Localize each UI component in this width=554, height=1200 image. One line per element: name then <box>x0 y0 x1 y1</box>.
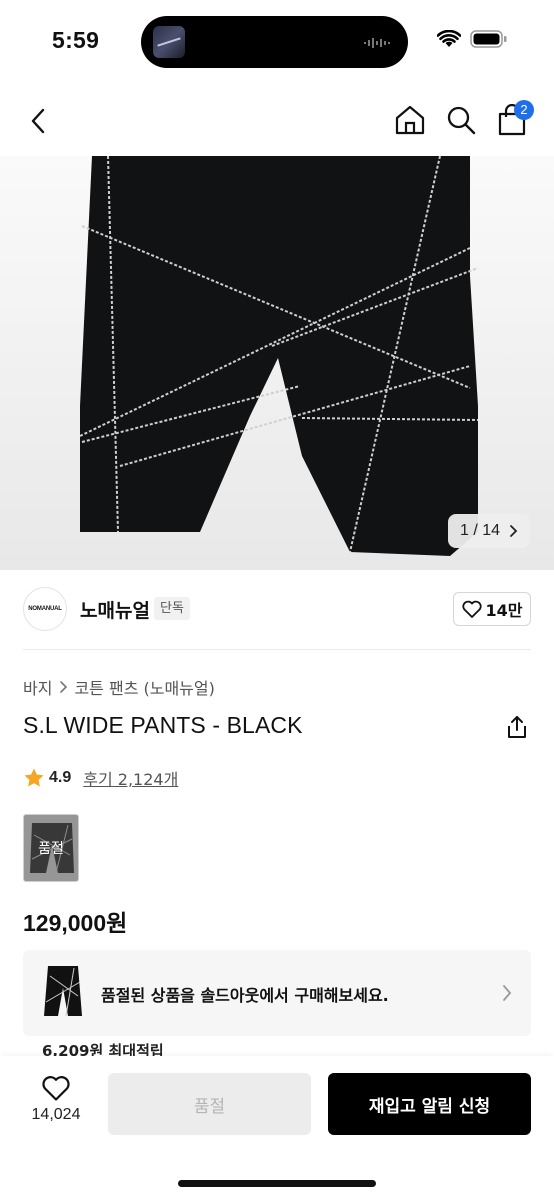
brand-logo[interactable]: NOMANUAL <box>23 587 67 631</box>
product-title: S.L WIDE PANTS - BLACK <box>23 712 303 738</box>
breadcrumb: 바지 코튼 팬츠 (노매뉴얼) <box>23 675 215 699</box>
status-bar: 5:59 <box>0 0 554 86</box>
exclusive-badge: 단독 <box>154 597 190 620</box>
brand-like-count: 14만 <box>485 601 523 620</box>
image-counter-text: 1 / 14 <box>459 522 500 539</box>
breadcrumb-item-category[interactable]: 바지 <box>23 675 52 699</box>
chevron-right-icon <box>510 525 518 537</box>
wishlist-count: 14,024 <box>31 1106 81 1123</box>
breadcrumb-item-subcategory[interactable]: 코튼 팬츠 (노매뉴얼) <box>74 675 214 699</box>
cart-button[interactable]: 2 <box>494 100 534 138</box>
search-button[interactable] <box>443 102 479 138</box>
review-link[interactable]: 후기 2,124개 <box>83 766 178 790</box>
brand-like-button[interactable]: 14만 <box>453 592 531 626</box>
chevron-right-icon <box>60 681 68 693</box>
now-playing-artwork <box>153 26 185 58</box>
restock-alert-button[interactable]: 재입고 알림 신청 <box>328 1073 531 1135</box>
top-navigation: 2 <box>0 86 554 156</box>
cart-count-badge: 2 <box>514 100 534 120</box>
battery-icon <box>470 30 507 48</box>
product-image-gallery[interactable]: 1 / 14 <box>0 156 554 570</box>
rating-row: 4.9 후기 2,124개 <box>23 766 178 790</box>
wishlist-button[interactable]: 14,024 <box>20 1074 92 1144</box>
rating-score: 4.9 <box>49 769 72 786</box>
banner-text: 품절된 상품을 솔드아웃에서 구매해보세요. <box>101 986 389 1005</box>
soldout-market-banner[interactable]: 품절된 상품을 솔드아웃에서 구매해보세요. <box>23 950 531 1036</box>
banner-product-image <box>44 966 82 1017</box>
status-time: 5:59 <box>52 27 100 53</box>
brand-name[interactable]: 노매뉴얼 <box>80 596 150 623</box>
home-icon <box>395 105 425 135</box>
search-icon <box>447 106 476 135</box>
star-icon <box>24 768 44 787</box>
variant-soldout-label: 품절 <box>38 841 64 857</box>
share-button[interactable] <box>504 714 530 740</box>
bottom-action-bar: 14,024 품절 재입고 알림 신청 <box>0 1056 554 1200</box>
image-counter[interactable]: 1 / 14 <box>447 514 530 548</box>
variant-thumbnail[interactable]: 품절 <box>23 814 79 882</box>
share-icon <box>508 716 526 738</box>
brand-row: NOMANUAL 노매뉴얼 단독 14만 <box>0 570 554 650</box>
product-photo <box>79 156 479 556</box>
status-icons <box>437 30 508 48</box>
home-indicator <box>178 1180 376 1187</box>
brand-logo-text: NOMANUAL <box>28 606 62 612</box>
chevron-right-icon <box>503 985 512 1001</box>
home-button[interactable] <box>392 102 428 138</box>
divider <box>23 649 531 650</box>
variant-soldout-overlay: 품절 <box>24 815 78 881</box>
chevron-left-icon <box>31 108 45 134</box>
heart-icon <box>42 1076 70 1101</box>
soldout-button[interactable]: 품절 <box>108 1073 311 1135</box>
dynamic-island[interactable] <box>141 16 408 68</box>
audio-waveform-icon <box>364 38 390 48</box>
back-button[interactable] <box>22 104 56 138</box>
wifi-icon <box>437 30 461 47</box>
heart-icon <box>461 600 482 618</box>
product-price: 129,000원 <box>23 910 128 936</box>
